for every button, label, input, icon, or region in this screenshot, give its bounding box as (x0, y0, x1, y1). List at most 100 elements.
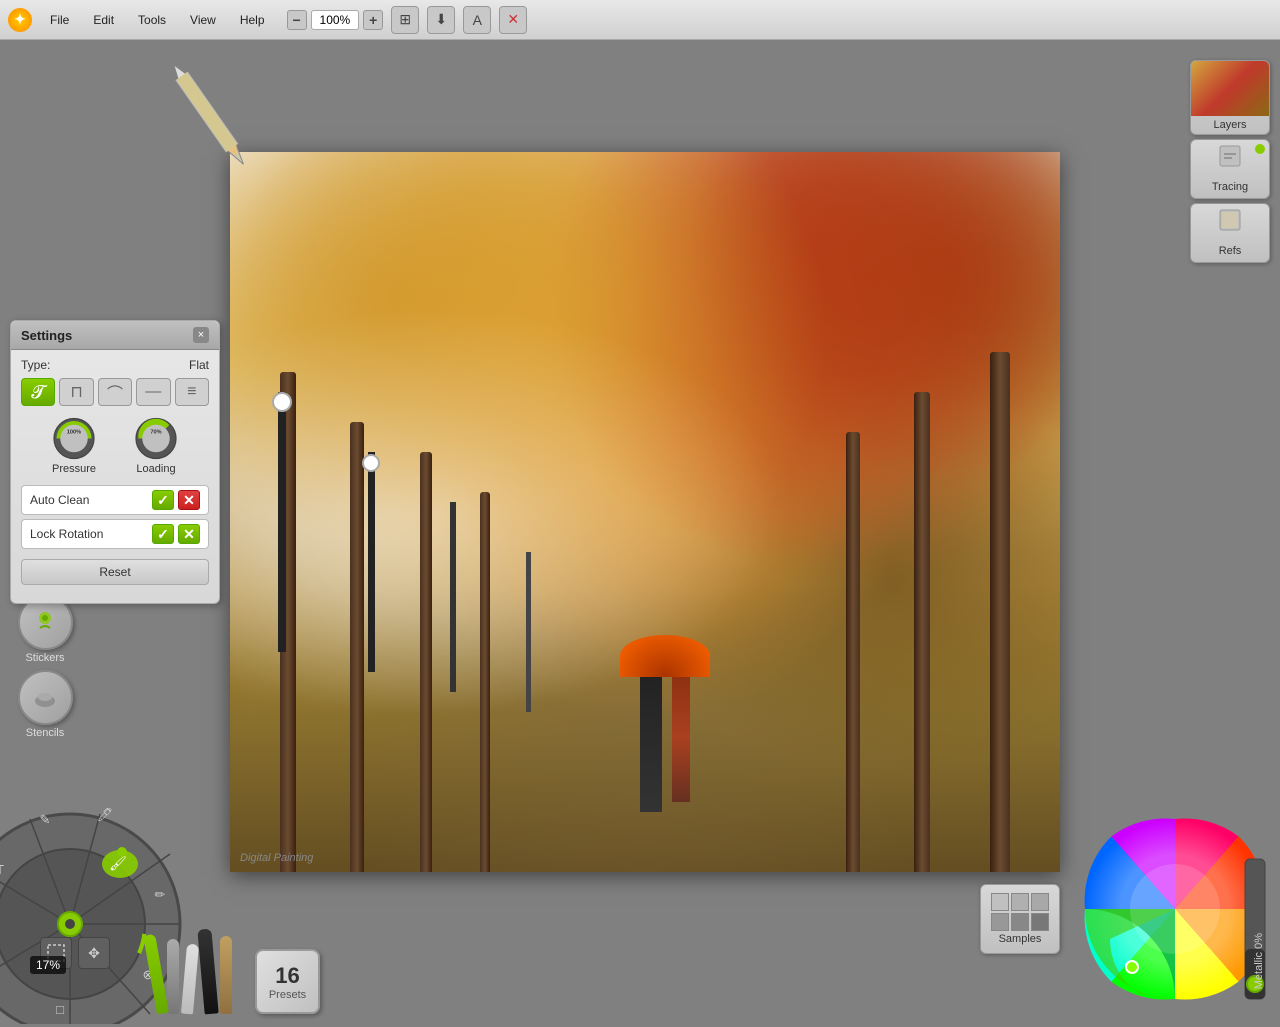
stickers-label: Stickers (25, 652, 64, 664)
layers-thumb (1190, 61, 1270, 116)
brush-type-3[interactable]: — (136, 378, 170, 406)
percent-badge: 17% (30, 956, 66, 974)
menu-tools[interactable]: Tools (128, 9, 176, 31)
svg-text:🖌: 🖌 (109, 855, 127, 871)
lamp-head-1 (272, 392, 292, 412)
marker-brown[interactable] (220, 936, 232, 1014)
auto-clean-row: Auto Clean ✓ ✕ (21, 485, 209, 515)
tree-trunk-r1 (990, 352, 1010, 872)
person-2-body (672, 672, 690, 802)
marker-black[interactable] (197, 929, 218, 1015)
svg-text:100%: 100% (67, 430, 81, 436)
toolbar-btn-4[interactable]: ✕ (499, 6, 527, 34)
sample-4[interactable] (991, 913, 1009, 931)
svg-text:✏: ✏ (155, 887, 166, 902)
menu-bar: ✦ File Edit Tools View Help − 100% + ⊞ ⬇… (0, 0, 1280, 40)
tracing-label: Tracing (1191, 178, 1269, 196)
type-label: Type: (21, 358, 50, 372)
loading-dial[interactable]: 70% Loading (120, 416, 192, 475)
auto-clean-label: Auto Clean (30, 493, 152, 507)
svg-text:🖊: 🖊 (97, 807, 114, 822)
tracing-indicator (1255, 144, 1265, 154)
tracing-icon (1216, 142, 1244, 176)
auto-clean-check[interactable]: ✓ (152, 490, 174, 510)
lamp-head-2 (362, 454, 380, 472)
stickers-button[interactable]: Stickers (10, 595, 80, 664)
painting-canvas[interactable]: Digital Painting (230, 152, 1060, 872)
refs-label: Refs (1191, 242, 1269, 260)
samples-grid (991, 893, 1049, 931)
settings-close-button[interactable]: × (193, 327, 209, 343)
toolbar-btn-3[interactable]: A (463, 6, 491, 34)
settings-body: Type: Flat 𝓣 ⊓ ⌒ — ≡ (11, 350, 219, 593)
pressure-dial[interactable]: 100% Pressure (38, 416, 110, 475)
menu-help[interactable]: Help (230, 9, 275, 31)
tree-trunk-r3 (846, 432, 860, 872)
umbrella (620, 635, 710, 677)
stencils-label: Stencils (26, 727, 65, 739)
tree-trunk-r2 (914, 392, 930, 872)
color-wheel[interactable] (1080, 809, 1270, 1004)
app-icon: ✦ (8, 8, 32, 32)
stencils-button[interactable]: Stencils (10, 670, 80, 739)
svg-text:□: □ (56, 1002, 64, 1017)
brush-type-0[interactable]: 𝓣 (21, 378, 55, 406)
lamp-post-4 (526, 552, 531, 712)
flat-label: Flat (189, 358, 209, 372)
brush-type-2[interactable]: ⌒ (98, 378, 132, 406)
svg-text:70%: 70% (150, 430, 161, 436)
sample-6[interactable] (1031, 913, 1049, 931)
layers-label: Layers (1191, 116, 1269, 134)
person-1-body (640, 672, 662, 812)
sample-5[interactable] (1011, 913, 1029, 931)
zoom-out-button[interactable]: − (287, 10, 307, 30)
brush-type-4[interactable]: ≡ (175, 378, 209, 406)
tree-trunk-4 (480, 492, 490, 872)
lock-rotation-check[interactable]: ✓ (152, 524, 174, 544)
lamp-post-1 (278, 392, 286, 652)
auto-clean-x[interactable]: ✕ (178, 490, 200, 510)
samples-panel[interactable]: Samples (980, 884, 1060, 954)
toolbar-btn-1[interactable]: ⊞ (391, 6, 419, 34)
pressure-label: Pressure (52, 463, 96, 475)
zoom-value[interactable]: 100% (311, 10, 360, 30)
dials-row: 100% Pressure 70% Loading (21, 416, 209, 475)
tree-trunk-2 (350, 422, 364, 872)
loading-label: Loading (136, 463, 175, 475)
type-row: Type: Flat (21, 358, 209, 372)
lock-rotation-label: Lock Rotation (30, 527, 152, 541)
marker-gray[interactable] (167, 939, 179, 1014)
lamp-post-2 (368, 452, 375, 672)
menu-view[interactable]: View (180, 9, 226, 31)
refs-icon (1216, 206, 1244, 240)
marker-light[interactable] (181, 944, 199, 1015)
lock-rotation-x[interactable]: ✕ (178, 524, 200, 544)
svg-text:✥: ✥ (88, 945, 100, 961)
tree-trunk-3 (420, 452, 432, 872)
layers-thumb-painting (1190, 61, 1270, 116)
refs-button[interactable]: Refs (1190, 203, 1270, 263)
settings-title-bar: Settings × (11, 321, 219, 350)
presets-button[interactable]: 16 Presets (255, 949, 320, 1014)
brush-type-1[interactable]: ⊓ (59, 378, 93, 406)
signature: Digital Painting (240, 852, 313, 864)
zoom-control: − 100% + (287, 10, 384, 30)
sample-3[interactable] (1031, 893, 1049, 911)
lamp-post-3 (450, 502, 456, 692)
sample-2[interactable] (1011, 893, 1029, 911)
brush-types: 𝓣 ⊓ ⌒ — ≡ (21, 378, 209, 406)
zoom-in-button[interactable]: + (363, 10, 383, 30)
layers-button[interactable]: Layers (1190, 60, 1270, 135)
move-tool[interactable]: ✥ (78, 937, 110, 969)
menu-file[interactable]: File (40, 9, 79, 31)
svg-text:T: T (0, 862, 4, 877)
toolbar-btn-2[interactable]: ⬇ (427, 6, 455, 34)
reset-button[interactable]: Reset (21, 559, 209, 585)
menu-edit[interactable]: Edit (83, 9, 124, 31)
sample-1[interactable] (991, 893, 1009, 911)
stencils-icon (18, 670, 73, 725)
metallic-label: Metallic 0% (1253, 933, 1265, 989)
settings-panel: Settings × Type: Flat 𝓣 ⊓ ⌒ — ≡ (10, 320, 220, 604)
tracing-button[interactable]: Tracing (1190, 139, 1270, 199)
lock-rotation-row: Lock Rotation ✓ ✕ (21, 519, 209, 549)
